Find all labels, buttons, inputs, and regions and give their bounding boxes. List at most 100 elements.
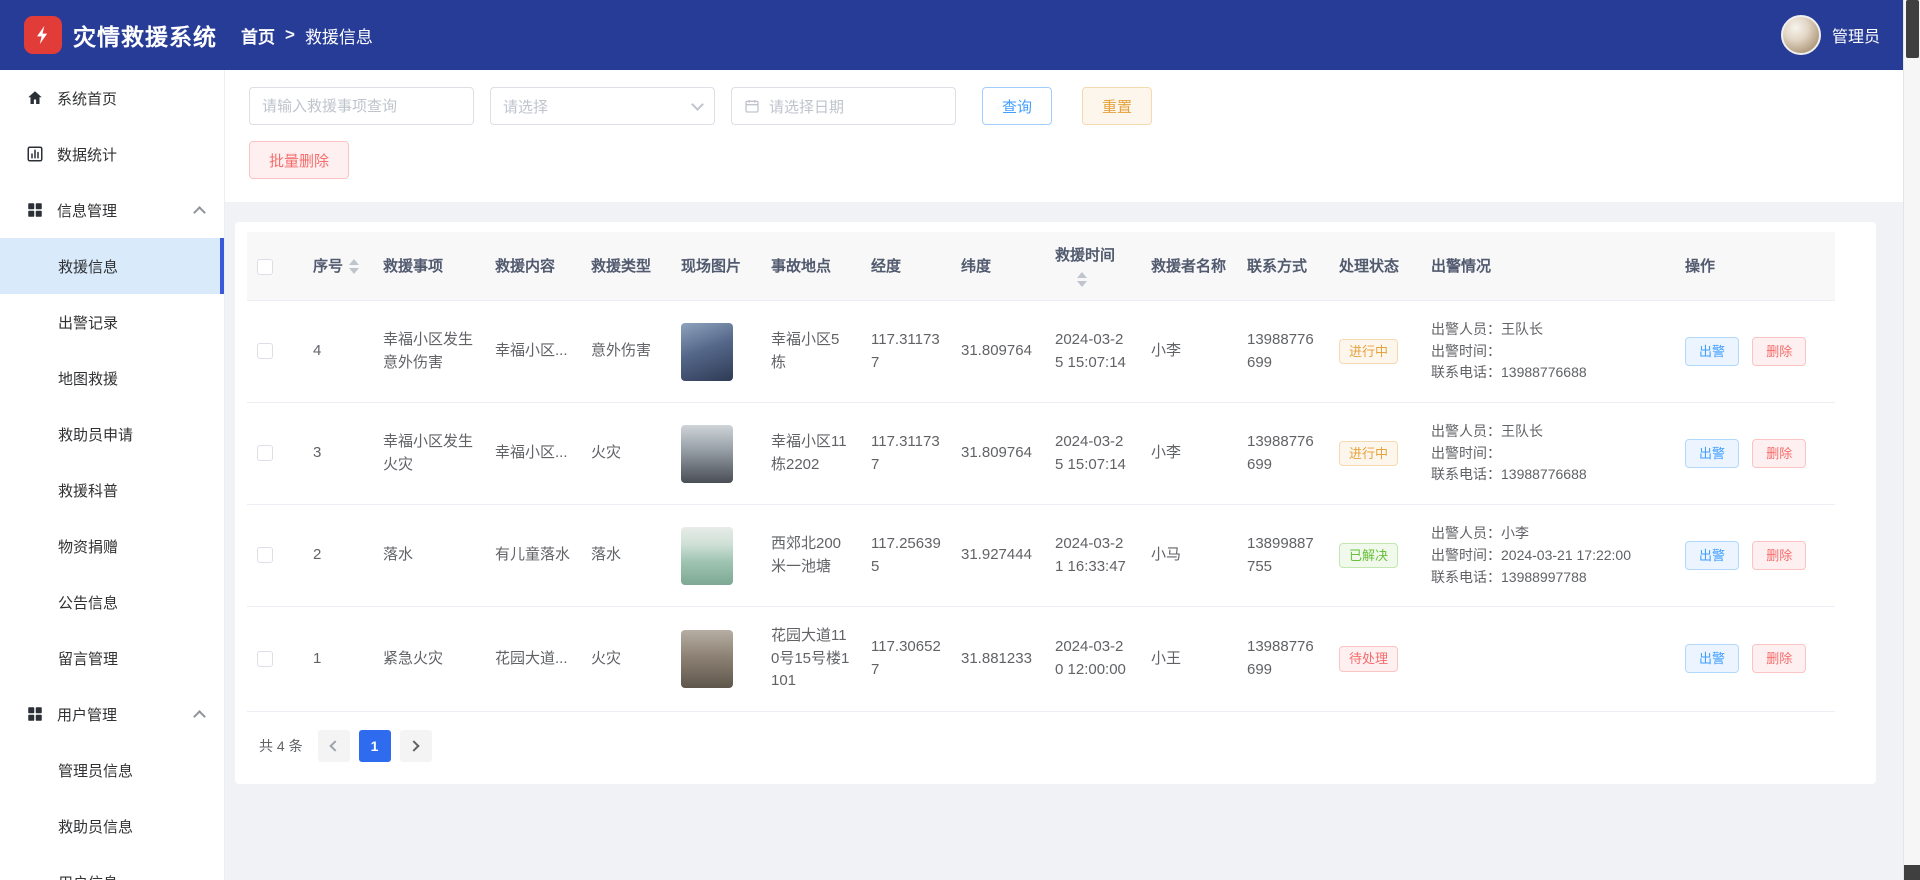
sidebar-item-announcements[interactable]: 公告信息	[0, 574, 224, 630]
cell-time: 2024-03-25 15:07:14	[1045, 300, 1141, 404]
sidebar-item-rescuer-info[interactable]: 救助员信息	[0, 798, 224, 854]
breadcrumb-home[interactable]: 首页	[241, 23, 275, 48]
user-avatar[interactable]	[1780, 15, 1821, 55]
sort-desc-icon[interactable]	[349, 268, 360, 275]
sidebar-item-map-rescue[interactable]: 地图救援	[0, 350, 224, 406]
scrollbar-thumb[interactable]	[1906, 0, 1919, 58]
sidebar-group-user-management[interactable]: 用户管理	[0, 686, 224, 742]
sort-asc-icon[interactable]	[349, 259, 360, 266]
dispatch-button[interactable]: 出警	[1685, 541, 1740, 571]
sidebar-item-dispatch-records[interactable]: 出警记录	[0, 294, 224, 350]
user-menu[interactable]: 管理员	[1780, 15, 1880, 55]
query-button[interactable]: 查询	[982, 87, 1053, 125]
cell-seq: 4	[303, 300, 373, 404]
cell-type: 火灾	[581, 402, 671, 506]
cell-rescuer: 小李	[1141, 402, 1237, 506]
delete-button[interactable]: 删除	[1752, 644, 1807, 674]
sidebar-item-user-info[interactable]: 用户信息	[0, 854, 224, 880]
sidebar-item-label: 救助员申请	[58, 426, 134, 444]
cell-content: 幸福小区...	[485, 402, 581, 506]
sidebar-group-label: 信息管理	[57, 202, 118, 220]
status-badge: 进行中	[1339, 338, 1399, 365]
sidebar-item-message-management[interactable]: 留言管理	[0, 630, 224, 686]
sidebar-item-rescue-science[interactable]: 救援科普	[0, 462, 224, 518]
dispatch-button[interactable]: 出警	[1685, 337, 1740, 367]
cell-phone: 13988776699	[1237, 606, 1329, 712]
cell-location: 西郊北200米一池塘	[761, 504, 861, 608]
row-checkbox[interactable]	[257, 343, 273, 360]
chevron-right-icon	[408, 740, 420, 752]
col-header-phone: 联系方式	[1237, 232, 1329, 302]
cell-event: 落水	[373, 504, 485, 608]
sidebar-item-admin-info[interactable]: 管理员信息	[0, 742, 224, 798]
select-all-checkbox[interactable]	[257, 258, 273, 275]
table-card: 序号 救援事项 救援内容 救援类型 现场图片 事故地点 经度 纬度 救援时间 救…	[235, 222, 1876, 784]
sidebar-item-label: 管理员信息	[58, 762, 134, 780]
cell-event: 幸福小区发生意外伤害	[373, 300, 485, 404]
cell-lat: 31.927444	[951, 504, 1045, 608]
date-picker-placeholder: 请选择日期	[769, 98, 845, 116]
row-checkbox[interactable]	[257, 650, 273, 667]
scene-photo[interactable]	[681, 424, 733, 483]
scrollbar-bottom-corner	[1904, 865, 1920, 880]
sidebar-item-home[interactable]: 系统首页	[0, 70, 224, 126]
home-icon	[26, 89, 44, 107]
cell-time: 2024-03-21 16:33:47	[1045, 504, 1141, 608]
type-select[interactable]: 请选择	[490, 87, 715, 125]
cell-lat: 31.881233	[951, 606, 1045, 712]
sidebar-group-info-management[interactable]: 信息管理	[0, 182, 224, 238]
dispatch-button[interactable]: 出警	[1685, 644, 1740, 674]
user-name: 管理员	[1831, 29, 1880, 46]
scene-photo[interactable]	[681, 526, 733, 585]
cell-rescuer: 小李	[1141, 300, 1237, 404]
sidebar-group-label: 用户管理	[57, 706, 118, 724]
sidebar-item-label: 系统首页	[57, 90, 118, 108]
cell-content: 有儿童落水	[485, 504, 581, 608]
scene-photo[interactable]	[681, 322, 733, 381]
filter-row: 请选择 请选择日期 查询 重置	[249, 87, 1883, 125]
sidebar-item-label: 物资捐赠	[58, 538, 119, 556]
keyword-search-input[interactable]	[249, 87, 474, 125]
chevron-left-icon	[329, 740, 341, 752]
sidebar-item-rescuer-application[interactable]: 救助员申请	[0, 406, 224, 462]
sidebar-item-material-donation[interactable]: 物资捐赠	[0, 518, 224, 574]
sidebar-item-rescue-info[interactable]: 救援信息	[0, 238, 224, 294]
table-row: 4 幸福小区发生意外伤害 幸福小区... 意外伤害 幸福小区5栋 117.311…	[247, 300, 1835, 404]
cell-dispatch-info: 出警人员：王队长 出警时间： 联系电话：13988776688	[1421, 300, 1675, 404]
prev-page-button[interactable]	[317, 729, 350, 762]
col-header-seq[interactable]: 序号	[303, 232, 373, 302]
delete-button[interactable]: 删除	[1752, 439, 1807, 469]
sidebar-item-label: 出警记录	[58, 314, 119, 332]
date-picker[interactable]: 请选择日期	[731, 87, 956, 125]
delete-button[interactable]: 删除	[1752, 541, 1807, 571]
col-header-location: 事故地点	[761, 232, 861, 302]
reset-button[interactable]: 重置	[1082, 87, 1153, 125]
scene-photo[interactable]	[681, 629, 733, 688]
vertical-scrollbar[interactable]	[1903, 0, 1920, 880]
dispatch-button[interactable]: 出警	[1685, 439, 1740, 469]
grid-icon	[26, 201, 44, 219]
batch-delete-button[interactable]: 批量删除	[249, 141, 350, 179]
status-badge: 已解决	[1339, 542, 1399, 569]
row-checkbox[interactable]	[257, 445, 273, 462]
cell-rescuer: 小马	[1141, 504, 1237, 608]
sidebar-item-label: 救助员信息	[58, 818, 134, 836]
type-select-placeholder: 请选择	[503, 98, 549, 116]
next-page-button[interactable]	[399, 729, 432, 762]
pagination: 共 4 条 1	[259, 729, 1864, 762]
cell-content: 花园大道...	[485, 606, 581, 712]
col-header-event: 救援事项	[373, 232, 485, 302]
col-header-time[interactable]: 救援时间	[1045, 232, 1141, 302]
sort-icons[interactable]	[349, 259, 360, 275]
cell-phone: 13899887755	[1237, 504, 1329, 608]
sort-desc-icon[interactable]	[1077, 281, 1087, 288]
sidebar-item-statistics[interactable]: 数据统计	[0, 126, 224, 182]
sort-icons[interactable]	[1077, 272, 1087, 288]
delete-button[interactable]: 删除	[1752, 337, 1807, 367]
chevron-up-icon	[193, 710, 206, 723]
row-checkbox[interactable]	[257, 547, 273, 564]
page-number-button[interactable]: 1	[358, 729, 391, 762]
sort-asc-icon[interactable]	[1077, 272, 1087, 279]
sidebar-item-label: 用户信息	[58, 872, 118, 880]
col-header-content: 救援内容	[485, 232, 581, 302]
